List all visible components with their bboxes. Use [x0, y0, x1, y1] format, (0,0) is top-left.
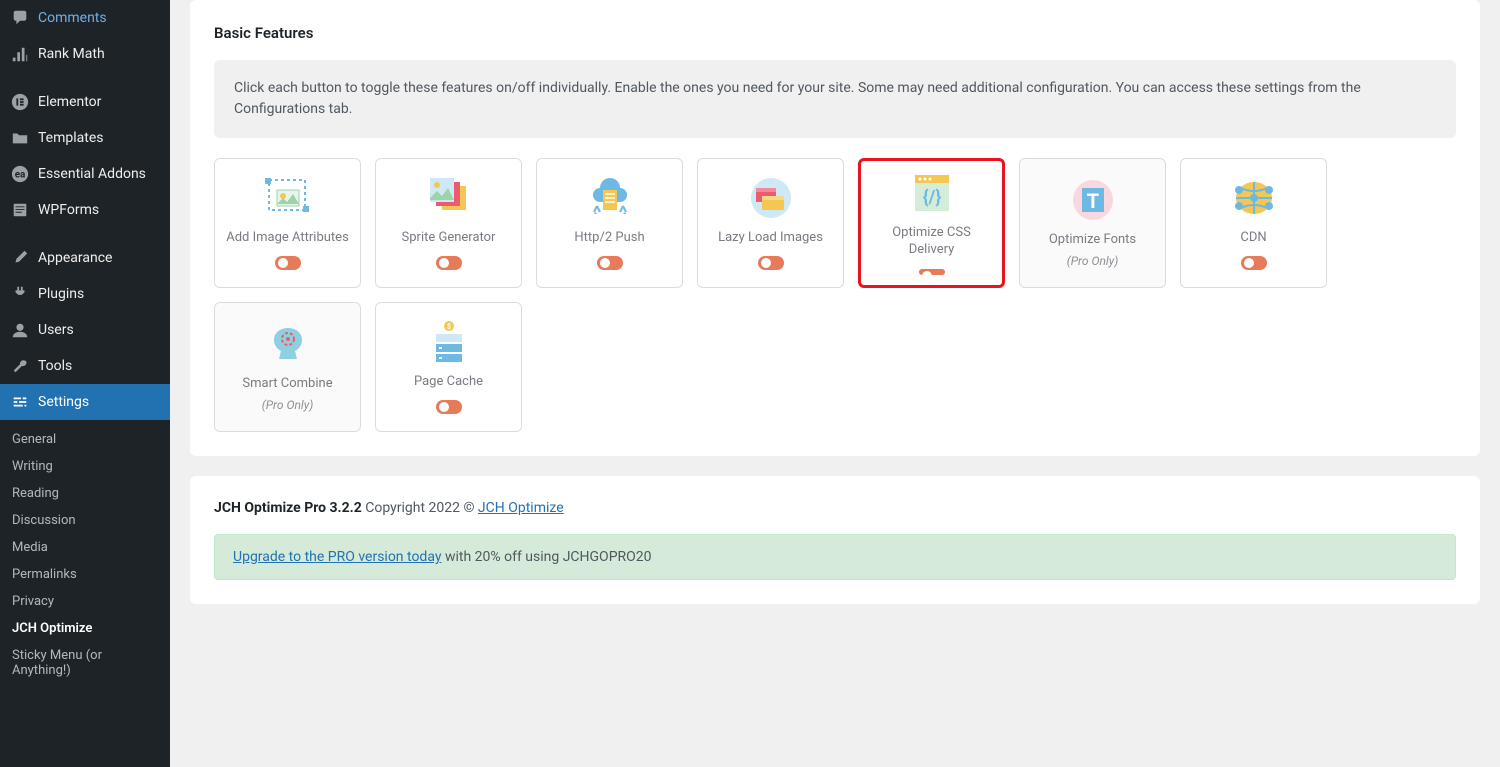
lazy-load-icon — [745, 176, 797, 220]
feature-label: Sprite Generator — [402, 230, 496, 247]
sidebar-item-label: Plugins — [38, 286, 84, 302]
sidebar-item-users[interactable]: Users — [0, 312, 170, 348]
sidebar-item-settings[interactable]: Settings — [0, 384, 170, 420]
settings-submenu: General Writing Reading Discussion Media… — [0, 420, 170, 690]
feature-http2-push[interactable]: Http/2 Push — [536, 158, 683, 288]
sub-item-jch-optimize[interactable]: JCH Optimize — [0, 615, 170, 642]
toggle-switch[interactable] — [1241, 256, 1267, 270]
sidebar-item-label: Templates — [38, 130, 104, 146]
sidebar-item-label: Essential Addons — [38, 166, 146, 182]
sidebar-item-elementor[interactable]: Elementor — [0, 84, 170, 120]
svg-text:ea: ea — [15, 170, 26, 181]
svg-text:T: T — [1086, 189, 1098, 213]
sidebar-item-plugins[interactable]: Plugins — [0, 276, 170, 312]
main-content: Basic Features Click each button to togg… — [170, 0, 1500, 767]
feature-label: CDN — [1240, 230, 1266, 247]
sub-item-privacy[interactable]: Privacy — [0, 588, 170, 615]
feature-label: Smart Combine — [242, 376, 332, 393]
cloud-push-icon — [584, 176, 636, 220]
toggle-switch[interactable] — [275, 256, 301, 270]
footer-panel: JCH Optimize Pro 3.2.2 Copyright 2022 © … — [190, 476, 1480, 604]
toggle-switch[interactable] — [436, 400, 462, 414]
pro-only-label: (Pro Only) — [262, 398, 314, 412]
upgrade-notice: Upgrade to the PRO version today with 20… — [214, 534, 1456, 580]
sidebar-item-comments[interactable]: Comments — [0, 0, 170, 36]
sidebar-item-label: Settings — [38, 394, 89, 410]
sidebar-item-label: Appearance — [38, 250, 112, 266]
product-name: JCH Optimize Pro 3.2.2 — [214, 500, 362, 516]
addons-icon: ea — [10, 164, 30, 184]
feature-label: Add Image Attributes — [226, 230, 349, 247]
feature-optimize-fonts[interactable]: T Optimize Fonts (Pro Only) — [1019, 158, 1166, 288]
sidebar-item-label: Users — [38, 322, 74, 338]
feature-cdn[interactable]: CDN — [1180, 158, 1327, 288]
sub-item-writing[interactable]: Writing — [0, 453, 170, 480]
sub-item-media[interactable]: Media — [0, 534, 170, 561]
feature-lazy-load-images[interactable]: Lazy Load Images — [697, 158, 844, 288]
feature-page-cache[interactable]: $ Page Cache — [375, 302, 522, 432]
toggle-switch[interactable] — [597, 256, 623, 270]
toggle-switch[interactable] — [436, 256, 462, 270]
sidebar-item-label: Elementor — [38, 94, 101, 110]
sub-item-permalinks[interactable]: Permalinks — [0, 561, 170, 588]
sliders-icon — [10, 392, 30, 412]
sidebar-item-label: WPForms — [38, 202, 99, 218]
section-title: Basic Features — [214, 24, 1456, 42]
fonts-icon: T — [1067, 178, 1119, 222]
sidebar-item-rank-math[interactable]: Rank Math — [0, 36, 170, 72]
chart-icon — [10, 44, 30, 64]
sidebar-item-wpforms[interactable]: WPForms — [0, 192, 170, 228]
feature-label: Page Cache — [414, 374, 483, 391]
sidebar-item-essential-addons[interactable]: ea Essential Addons — [0, 156, 170, 192]
info-box: Click each button to toggle these featur… — [214, 60, 1456, 138]
wrench-icon — [10, 356, 30, 376]
cache-icon: $ — [423, 320, 475, 364]
footer-text: JCH Optimize Pro 3.2.2 Copyright 2022 © … — [214, 500, 1456, 516]
svg-text:$: $ — [446, 323, 450, 331]
cdn-icon — [1228, 176, 1280, 220]
toggle-switch[interactable] — [758, 256, 784, 270]
feature-label: Http/2 Push — [574, 230, 644, 247]
sidebar-item-appearance[interactable]: Appearance — [0, 240, 170, 276]
basic-features-panel: Basic Features Click each button to togg… — [190, 0, 1480, 456]
comments-icon — [10, 8, 30, 28]
feature-sprite-generator[interactable]: Sprite Generator — [375, 158, 522, 288]
folder-icon — [10, 128, 30, 148]
jch-optimize-link[interactable]: JCH Optimize — [478, 500, 564, 516]
upgrade-link[interactable]: Upgrade to the PRO version today — [233, 549, 441, 565]
feature-add-image-attributes[interactable]: Add Image Attributes — [214, 158, 361, 288]
upgrade-rest: with 20% off using JCHGOPRO20 — [441, 549, 651, 565]
sprite-icon — [423, 176, 475, 220]
sidebar-item-label: Tools — [38, 358, 72, 374]
feature-smart-combine[interactable]: Smart Combine (Pro Only) — [214, 302, 361, 432]
feature-label: Optimize Fonts — [1049, 232, 1136, 249]
plug-icon — [10, 284, 30, 304]
feature-label: Lazy Load Images — [718, 230, 823, 247]
sidebar-item-templates[interactable]: Templates — [0, 120, 170, 156]
feature-optimize-css-delivery[interactable]: {/} Optimize CSS Delivery — [858, 158, 1005, 288]
sub-item-reading[interactable]: Reading — [0, 480, 170, 507]
brush-icon — [10, 248, 30, 268]
sidebar-item-tools[interactable]: Tools — [0, 348, 170, 384]
user-icon — [10, 320, 30, 340]
toggle-switch[interactable] — [919, 269, 945, 275]
sub-item-discussion[interactable]: Discussion — [0, 507, 170, 534]
elementor-icon — [10, 92, 30, 112]
forms-icon — [10, 200, 30, 220]
sidebar-item-label: Comments — [38, 10, 107, 26]
image-attributes-icon — [262, 176, 314, 220]
pro-only-label: (Pro Only) — [1067, 254, 1119, 268]
brain-icon — [262, 322, 314, 366]
sidebar-item-label: Rank Math — [38, 46, 105, 62]
feature-label: Optimize CSS Delivery — [871, 225, 992, 259]
admin-sidebar: Comments Rank Math Elementor Templates e… — [0, 0, 170, 767]
feature-grid: Add Image Attributes Sprite Generator Ht… — [214, 158, 1456, 432]
svg-text:{/}: {/} — [922, 187, 941, 208]
css-icon: {/} — [906, 171, 958, 215]
sub-item-sticky-menu[interactable]: Sticky Menu (or Anything!) — [0, 642, 170, 684]
copyright-text: Copyright 2022 © — [362, 500, 478, 516]
sub-item-general[interactable]: General — [0, 426, 170, 453]
